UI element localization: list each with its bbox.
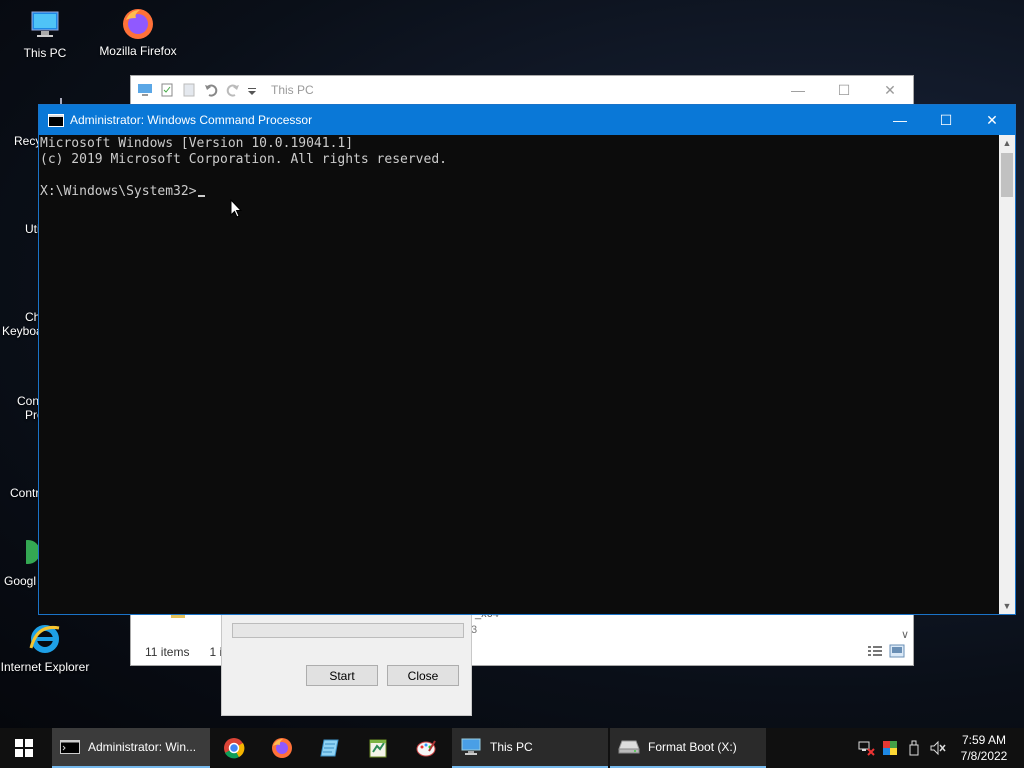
cmd-title: Administrator: Windows Command Processor [70, 113, 313, 127]
console-line: (c) 2019 Microsoft Corporation. All righ… [40, 152, 447, 167]
undo-icon[interactable] [203, 82, 219, 98]
console-line: ​ [40, 168, 999, 184]
chevron-down-icon[interactable] [247, 82, 257, 98]
cmd-icon [60, 740, 80, 754]
format-progress-bar [232, 623, 464, 638]
console-prompt: X:\Windows\System32> [40, 184, 197, 199]
taskbar-pin-spreadsheet[interactable] [354, 728, 402, 768]
windows-logo-icon [15, 739, 33, 757]
cmd-titlebar[interactable]: Administrator: Windows Command Processor… [39, 105, 1015, 135]
scroll-up-arrow[interactable]: ▲ [999, 135, 1015, 151]
start-button[interactable]: Start [306, 665, 378, 686]
scrollbar-thumb[interactable] [1001, 153, 1013, 197]
text-cursor [197, 195, 205, 197]
drive-icon [618, 740, 640, 754]
redo-icon[interactable] [225, 82, 241, 98]
clock-time: 7:59 AM [961, 733, 1007, 747]
explorer-titlebar[interactable]: This PC — ☐ ✕ [131, 76, 913, 104]
desktop-icon-firefox[interactable]: Mozilla Firefox [93, 6, 183, 58]
chrome-icon [224, 738, 245, 759]
cmd-icon [48, 113, 64, 127]
taskbar: Administrator: Win... This PC Format Boo… [0, 728, 1024, 768]
notepad-icon [320, 739, 339, 757]
ie-icon [27, 622, 63, 656]
cmd-window-controls: — ☐ ✕ [877, 105, 1015, 135]
taskbar-pin-chrome[interactable] [210, 728, 258, 768]
this-pc-icon [461, 738, 481, 755]
format-dialog[interactable]: Start Close [221, 612, 472, 716]
item-count: 11 items [145, 645, 190, 659]
minimize-button[interactable]: — [877, 105, 923, 135]
taskbar-pin-notepad[interactable] [306, 728, 354, 768]
console-output[interactable]: Microsoft Windows [Version 10.0.19041.1]… [39, 135, 999, 614]
new-folder-icon[interactable] [181, 82, 197, 98]
taskbar-pin-paint[interactable] [402, 728, 450, 768]
start-button[interactable] [0, 728, 48, 768]
monitor-icon [27, 8, 63, 42]
system-tray: 7:59 AM 7/8/2022 [854, 728, 1024, 768]
clock-date: 7/8/2022 [960, 749, 1008, 763]
desktop-icon-this-pc[interactable]: This PC [0, 8, 90, 60]
taskbar-item-cmd[interactable]: Administrator: Win... [52, 728, 210, 768]
details-view-icon[interactable] [867, 644, 883, 661]
usb-drive-icon[interactable] [902, 740, 926, 756]
close-dialog-button[interactable]: Close [387, 665, 459, 686]
explorer-title: This PC [271, 83, 314, 97]
firefox-icon [272, 738, 292, 758]
maximize-button[interactable]: ☐ [821, 82, 867, 99]
close-button[interactable]: ✕ [867, 82, 913, 99]
mouse-pointer-icon [230, 199, 242, 218]
desktop-icon-internet-explorer[interactable]: Internet Explorer [0, 622, 90, 674]
close-button[interactable]: ✕ [969, 105, 1015, 135]
view-toggles [867, 644, 905, 661]
maximize-button[interactable]: ☐ [923, 105, 969, 135]
this-pc-icon [137, 82, 153, 98]
properties-icon[interactable] [159, 82, 175, 98]
cmd-window[interactable]: Administrator: Windows Command Processor… [38, 104, 1016, 615]
scroll-down-arrow[interactable]: ▼ [999, 598, 1015, 614]
firefox-icon [120, 6, 156, 40]
display-settings-icon[interactable] [878, 740, 902, 756]
console-line: Microsoft Windows [Version 10.0.19041.1] [40, 136, 354, 151]
taskbar-item-this-pc[interactable]: This PC [452, 728, 608, 768]
large-icons-view-icon[interactable] [889, 644, 905, 661]
taskbar-pin-firefox[interactable] [258, 728, 306, 768]
volume-muted-icon[interactable] [926, 740, 950, 756]
desktop: This PC Mozilla Firefox Recy Uti Ch Keyb… [0, 0, 1024, 728]
cmd-vertical-scrollbar[interactable]: ▲ ▼ [999, 135, 1015, 614]
console-prompt-line[interactable]: X:\Windows\System32> [40, 184, 999, 200]
clock[interactable]: 7:59 AM 7/8/2022 [954, 732, 1014, 764]
taskbar-item-format-boot[interactable]: Format Boot (X:) [610, 728, 766, 768]
explorer-window-controls: — ☐ ✕ [775, 82, 913, 99]
paint-icon [416, 740, 436, 757]
spreadsheet-icon [369, 739, 387, 758]
network-icon[interactable] [854, 740, 878, 756]
quick-access-toolbar [131, 82, 257, 98]
minimize-button[interactable]: — [775, 82, 821, 99]
